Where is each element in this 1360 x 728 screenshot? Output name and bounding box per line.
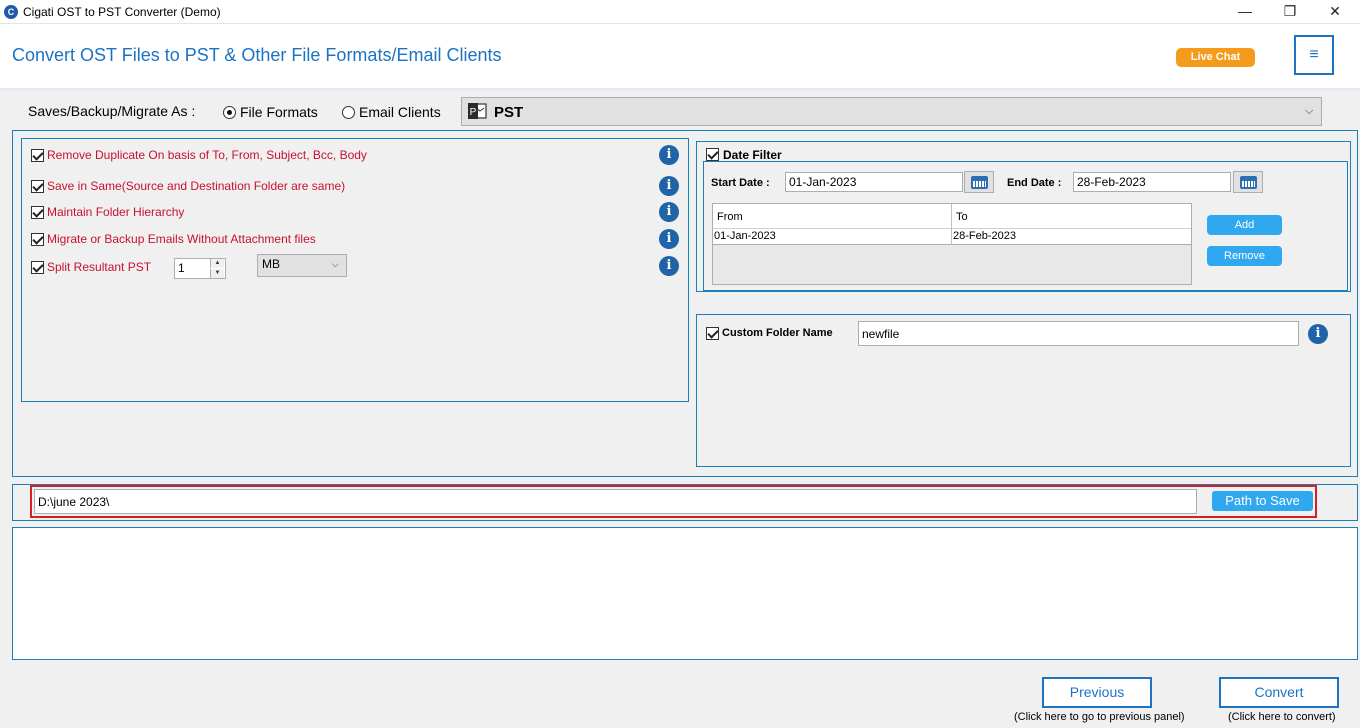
table-row[interactable] <box>713 229 1191 245</box>
previous-hint: (Click here to go to previous panel) <box>1014 711 1185 723</box>
file-formats-radio[interactable] <box>223 106 236 119</box>
chevron-down-icon: ⌵ <box>1305 105 1314 117</box>
convert-button[interactable]: Convert <box>1219 677 1339 708</box>
email-clients-radio[interactable] <box>342 106 355 119</box>
page-title: Convert OST Files to PST & Other File Fo… <box>12 45 502 65</box>
end-date-label: End Date : <box>1007 177 1062 189</box>
maximize-button[interactable]: ❐ <box>1268 0 1312 24</box>
convert-hint: (Click here to convert) <box>1228 711 1336 723</box>
spin-down-button[interactable]: ▼ <box>210 269 224 278</box>
column-header-to: To <box>956 211 968 223</box>
hamburger-menu-button[interactable]: ≡ <box>1294 35 1334 75</box>
table-cell-to: 28-Feb-2023 <box>953 230 1016 242</box>
header-divider <box>0 88 1360 91</box>
date-filter-label[interactable]: Date Filter <box>723 148 782 162</box>
info-icon[interactable]: i <box>659 145 679 165</box>
add-date-range-button[interactable]: Add <box>1207 215 1282 235</box>
table-cell-from: 01-Jan-2023 <box>714 230 776 242</box>
close-button[interactable]: ✕ <box>1313 0 1357 24</box>
maintain-hierarchy-checkbox[interactable] <box>31 206 44 219</box>
maintain-hierarchy-label[interactable]: Maintain Folder Hierarchy <box>47 205 184 219</box>
output-format-value: PST <box>494 104 524 121</box>
hamburger-icon: ≡ <box>1309 46 1319 63</box>
grid-column-divider <box>951 204 952 245</box>
remove-duplicate-checkbox[interactable] <box>31 149 44 162</box>
email-clients-radio-label[interactable]: Email Clients <box>359 104 441 120</box>
custom-folder-label[interactable]: Custom Folder Name <box>722 327 833 339</box>
file-formats-radio-label[interactable]: File Formats <box>240 104 318 120</box>
start-date-field[interactable]: 01-Jan-2023 <box>785 172 963 192</box>
save-in-same-checkbox[interactable] <box>31 180 44 193</box>
svg-text:P: P <box>470 107 477 118</box>
minimize-button[interactable]: — <box>1223 0 1267 24</box>
destination-path-field[interactable]: D:\june 2023\ <box>34 489 1197 514</box>
remove-duplicate-label[interactable]: Remove Duplicate On basis of To, From, S… <box>47 148 367 162</box>
info-icon[interactable]: i <box>659 176 679 196</box>
info-icon[interactable]: i <box>1308 324 1328 344</box>
log-area <box>12 527 1358 660</box>
previous-button[interactable]: Previous <box>1042 677 1152 708</box>
column-header-from: From <box>717 211 743 223</box>
window-title: Cigati OST to PST Converter (Demo) <box>23 5 221 19</box>
split-pst-checkbox[interactable] <box>31 261 44 274</box>
start-date-label: Start Date : <box>711 177 770 189</box>
app-logo-icon: C <box>4 5 18 19</box>
save-as-label: Saves/Backup/Migrate As : <box>28 103 196 119</box>
info-icon[interactable]: i <box>659 202 679 222</box>
without-attachment-label[interactable]: Migrate or Backup Emails Without Attachm… <box>47 232 316 246</box>
end-date-calendar-icon[interactable] <box>1233 171 1263 193</box>
date-range-grid-header <box>713 204 1191 229</box>
save-in-same-label[interactable]: Save in Same(Source and Destination Fold… <box>47 179 345 193</box>
chevron-down-icon: ⌵ <box>332 259 339 269</box>
path-to-save-button[interactable]: Path to Save <box>1212 491 1313 511</box>
start-date-calendar-icon[interactable] <box>964 171 994 193</box>
custom-folder-field[interactable]: newfile <box>858 321 1299 346</box>
pst-file-icon: P <box>468 103 487 119</box>
spin-up-button[interactable]: ▲ <box>210 259 224 268</box>
without-attachment-checkbox[interactable] <box>31 233 44 246</box>
info-icon[interactable]: i <box>659 256 679 276</box>
split-unit-value: MB <box>262 257 280 271</box>
split-pst-label[interactable]: Split Resultant PST <box>47 260 151 274</box>
output-format-dropdown[interactable] <box>461 97 1322 126</box>
custom-folder-checkbox[interactable] <box>706 327 719 340</box>
remove-date-range-button[interactable]: Remove <box>1207 246 1282 266</box>
end-date-field[interactable]: 28-Feb-2023 <box>1073 172 1231 192</box>
info-icon[interactable]: i <box>659 229 679 249</box>
date-filter-checkbox[interactable] <box>706 148 719 161</box>
split-size-value: 1 <box>178 261 185 275</box>
live-chat-button[interactable]: Live Chat <box>1176 48 1255 67</box>
